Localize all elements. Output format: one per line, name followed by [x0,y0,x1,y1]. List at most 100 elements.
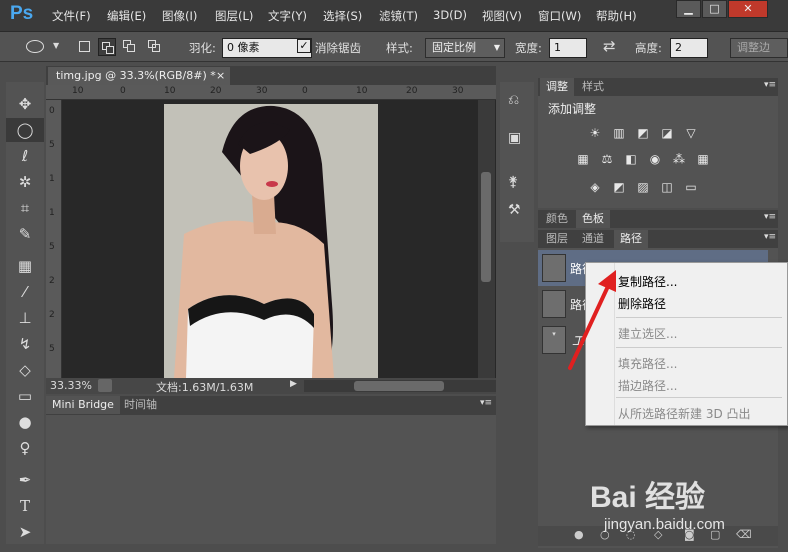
fill-path-icon[interactable]: ● [574,528,584,541]
ellipse-marquee-tool-icon[interactable]: ◯ [6,118,44,142]
trash-icon[interactable]: ⌫ [736,528,752,541]
black-white-icon[interactable]: ◧ [622,152,640,166]
status-bar: 33.33% 文档:1.63M/1.63M ▶ [46,378,496,394]
type-tool-icon[interactable]: T [6,494,44,518]
tab-channels[interactable]: 通道 [576,230,610,248]
menu-3d[interactable]: 3D(D) [433,8,467,22]
history-icon[interactable]: ⎌ [508,92,519,108]
chevron-down-icon[interactable]: ▼ [53,41,59,50]
style-select[interactable]: 固定比例 ▼ [425,38,505,58]
panel-menu-icon[interactable]: ▾≡ [764,212,776,222]
vertical-scrollbar[interactable] [478,100,495,378]
panel-menu-icon[interactable]: ▾≡ [764,232,776,242]
subtract-selection-icon[interactable] [123,40,136,53]
ruler-label: 10 [72,86,84,96]
tab-styles[interactable]: 样式 [576,78,610,96]
path-selection-tool-icon[interactable]: ➤ [6,520,44,544]
refine-edge-button[interactable]: 调整边 [730,38,788,58]
intersect-selection-icon[interactable] [148,40,161,53]
lasso-tool-icon[interactable]: ℓ [6,144,44,168]
adjustments-panel: 调整 样式 ▾≡ 添加调整 ☀ ▥ ◩ ◪ ▽ ▦ ⚖ ◧ ◉ ⁂ ▦ ◈ ◩ … [538,78,778,208]
tab-swatches[interactable]: 色板 [576,210,610,228]
menu-layer[interactable]: 图层(L) [215,8,253,24]
menu-edit[interactable]: 编辑(E) [107,8,146,24]
curves-icon[interactable]: ◩ [634,126,652,140]
panel-menu-icon[interactable]: ▾≡ [764,80,776,90]
color-balance-icon[interactable]: ⚖ [598,152,616,166]
width-input[interactable]: 1 [549,38,587,58]
crop-tool-icon[interactable]: ⌗ [6,196,44,220]
menu-select[interactable]: 选择(S) [323,8,362,24]
menu-view[interactable]: 视图(V) [482,8,522,24]
swap-icon[interactable]: ⇄ [603,37,616,55]
healing-brush-tool-icon[interactable]: ▦ [6,254,44,278]
tab-paths[interactable]: 路径 [614,230,648,248]
watermark-url: jingyan.baidu.com [604,516,725,533]
tab-adjustments[interactable]: 调整 [540,78,574,96]
tool-presets-icon[interactable]: ⚒ [508,202,521,218]
ruler-label: 5 [49,344,55,354]
threshold-icon[interactable]: ▨ [634,180,652,194]
menu-type[interactable]: 文字(Y) [268,8,307,24]
dodge-tool-icon[interactable]: ♀ [6,436,44,460]
add-selection-icon[interactable] [98,38,116,56]
photo-filter-icon[interactable]: ◉ [646,152,664,166]
antialias-label: 消除锯齿 [315,41,361,55]
ruler-label: 20 [406,86,418,96]
invert-icon[interactable]: ◈ [586,180,604,194]
menu-image[interactable]: 图像(I) [162,8,197,24]
menu-filter[interactable]: 滤镜(T) [379,8,418,24]
scroll-thumb[interactable] [481,172,491,282]
tab-timeline[interactable]: 时间轴 [118,396,163,414]
close-button[interactable]: ✕ [728,0,768,18]
color-lookup-icon[interactable]: ▦ [694,152,712,166]
exposure-icon[interactable]: ◪ [658,126,676,140]
move-tool-icon[interactable]: ✥ [6,92,44,116]
gradient-map-icon[interactable]: ▽ [682,126,700,140]
status-arrow-icon[interactable]: ▶ [290,379,297,389]
new-selection-icon[interactable] [79,41,90,52]
scroll-thumb[interactable] [354,381,444,391]
tab-layers[interactable]: 图层 [540,230,574,248]
blur-tool-icon[interactable]: ● [6,410,44,434]
height-input[interactable]: 2 [670,38,708,58]
clone-stamp-tool-icon[interactable]: ⊥ [6,306,44,330]
zoom-level[interactable]: 33.33% [50,379,92,392]
brightness-icon[interactable]: ☀ [586,126,604,140]
vibrance-icon[interactable]: ▦ [574,152,592,166]
pen-tool-icon[interactable]: ✒ [6,468,44,492]
posterize-icon[interactable]: ◩ [610,180,628,194]
eraser-tool-icon[interactable]: ◇ [6,358,44,382]
magic-wand-tool-icon[interactable]: ✲ [6,170,44,194]
eyedropper-tool-icon[interactable]: ✎ [6,222,44,246]
info-icon[interactable]: ▣ [508,130,521,146]
menu-window[interactable]: 窗口(W) [538,8,581,24]
ellipse-marquee-icon[interactable] [26,40,44,53]
horizontal-scrollbar[interactable] [304,380,496,392]
panel-menu-icon[interactable]: ▾≡ [480,398,492,408]
ruler-label: 0 [49,106,55,116]
minimize-button[interactable]: ▁ [676,0,701,18]
gradient-tool-icon[interactable]: ▭ [6,384,44,408]
status-menu-icon[interactable] [98,379,112,392]
antialias-checkbox[interactable]: ✓ [297,39,311,53]
menu-help[interactable]: 帮助(H) [596,8,637,24]
tab-mini-bridge[interactable]: Mini Bridge [46,396,120,414]
selective-color-icon[interactable]: ◫ [658,180,676,194]
vertical-ruler: 0 5 1 1 5 2 2 5 [46,100,62,378]
channel-mixer-icon[interactable]: ⁂ [670,152,688,166]
brush-presets-icon[interactable]: ⚵ [508,174,518,190]
levels-icon[interactable]: ▥ [610,126,628,140]
tab-color[interactable]: 颜色 [540,210,574,228]
close-tab-icon[interactable]: × [216,67,225,84]
document-tab[interactable]: timg.jpg @ 33.3%(RGB/8#) * × [48,67,230,85]
history-brush-tool-icon[interactable]: ↯ [6,332,44,356]
brush-tool-icon[interactable]: ⁄ [6,280,44,304]
ruler-label: 0 [302,86,308,96]
ruler-label: 20 [210,86,222,96]
menu-file[interactable]: 文件(F) [52,8,91,24]
menu-new-3d-extrusion: 从所选路径新建 3D 凸出 [618,407,751,421]
hue-saturation-icon[interactable]: ▭ [682,180,700,194]
restore-button[interactable]: □ [702,0,727,18]
canvas-photo[interactable] [164,104,378,378]
